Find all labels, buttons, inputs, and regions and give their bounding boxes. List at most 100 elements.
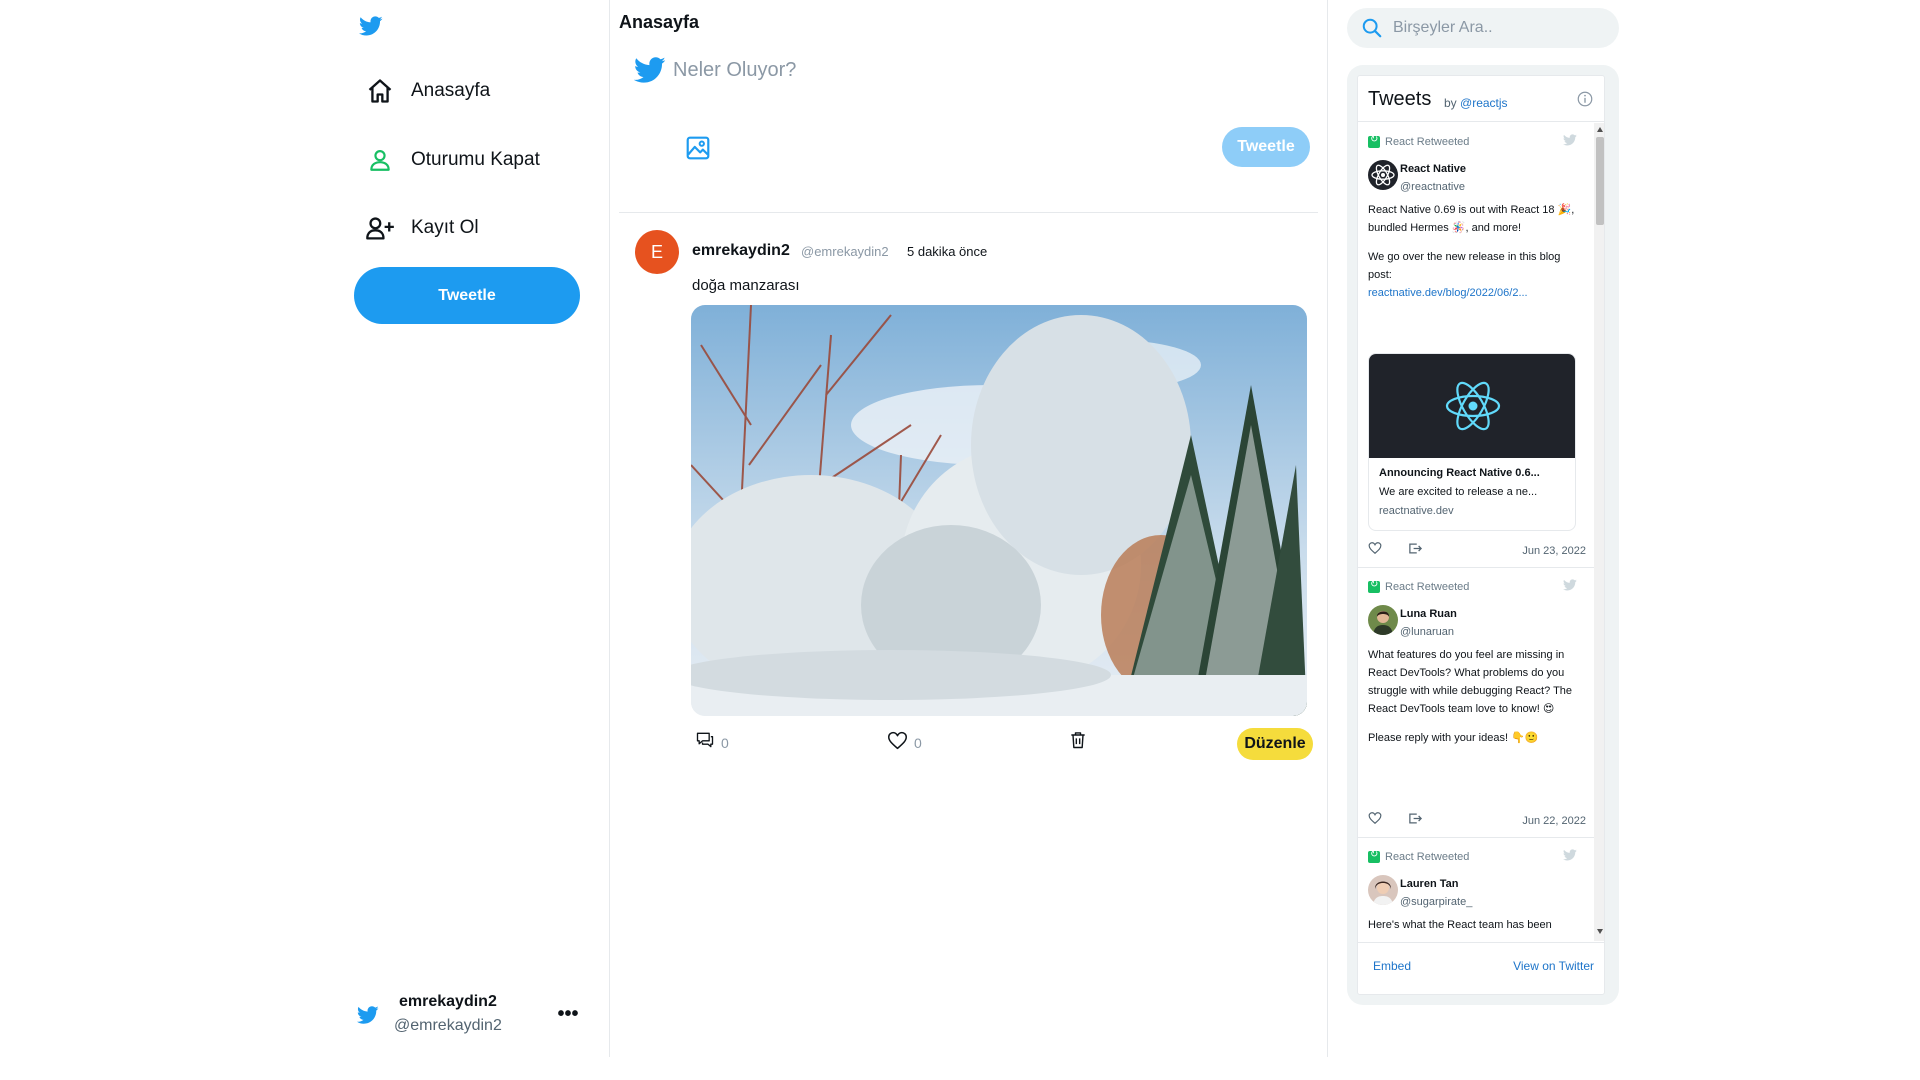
tweet-line: React Native 0.69 is out with React 18 🎉… bbox=[1368, 204, 1575, 234]
sidebar-item-home[interactable]: Anasayfa bbox=[365, 71, 490, 111]
info-icon[interactable] bbox=[1576, 90, 1594, 108]
heart-icon bbox=[887, 730, 908, 756]
tweet-line: What features do you feel are missing in… bbox=[1368, 649, 1573, 715]
account-switcher[interactable]: emrekaydin2 @emrekaydin2 ••• bbox=[356, 990, 589, 1040]
retweet-indicator: React Retweeted bbox=[1368, 134, 1470, 148]
scrollbar-thumb[interactable] bbox=[1596, 137, 1604, 225]
main-timeline: Anasayfa Tweetle E emrekaydin2 @emrekayd… bbox=[610, 0, 1327, 1057]
avatar[interactable] bbox=[1368, 160, 1398, 190]
user-plus-icon bbox=[365, 213, 395, 243]
avatar[interactable] bbox=[1368, 875, 1398, 905]
share-icon[interactable] bbox=[1408, 811, 1423, 831]
heart-icon[interactable] bbox=[1368, 541, 1382, 560]
heart-icon[interactable] bbox=[1368, 811, 1382, 830]
retweet-indicator: React Retweeted bbox=[1368, 849, 1470, 863]
tweet-author-name[interactable]: React Native bbox=[1400, 163, 1466, 175]
view-on-twitter-link[interactable]: View on Twitter bbox=[1513, 959, 1594, 973]
page-title: Anasayfa bbox=[619, 12, 700, 32]
retweet-icon bbox=[1368, 579, 1380, 593]
like-count: 0 bbox=[914, 735, 922, 751]
retweet-label: React Retweeted bbox=[1385, 851, 1470, 863]
twitter-bird-icon bbox=[356, 1004, 379, 1026]
widget-timeline[interactable]: React Retweeted React Native @reactnativ… bbox=[1358, 123, 1604, 941]
tweet-spacer bbox=[1368, 718, 1586, 729]
tweet-date[interactable]: Jun 22, 2022 bbox=[1522, 815, 1586, 827]
card-description: We are excited to release a ne... bbox=[1379, 486, 1538, 498]
tweets-widget: Tweets by @reactjs React Retweeted React… bbox=[1357, 75, 1605, 995]
delete-button[interactable] bbox=[1068, 730, 1088, 755]
twitter-bird-icon bbox=[633, 54, 666, 86]
widget-by-handle[interactable]: @reactjs bbox=[1460, 96, 1508, 110]
column-divider bbox=[1327, 0, 1328, 1057]
widget-by-text: by bbox=[1444, 96, 1457, 110]
card-domain: reactnative.dev bbox=[1379, 505, 1454, 517]
sidebar-item-logout[interactable]: Oturumu Kapat bbox=[365, 140, 540, 180]
retweet-indicator: React Retweeted bbox=[1368, 579, 1470, 593]
widget-title: Tweets bbox=[1368, 88, 1432, 110]
react-logo-icon bbox=[1369, 354, 1575, 458]
comment-icon bbox=[695, 730, 715, 755]
widget-tweet[interactable]: React Retweeted Luna Ruan @lunaruan What… bbox=[1358, 568, 1594, 838]
compose-submit-button[interactable]: Tweetle bbox=[1222, 127, 1310, 167]
widget-footer: Embed View on Twitter bbox=[1358, 942, 1604, 994]
share-icon[interactable] bbox=[1408, 541, 1423, 561]
sidebar-item-label: Anasayfa bbox=[411, 80, 491, 101]
tweet-author-name[interactable]: Lauren Tan bbox=[1400, 878, 1458, 890]
retweet-icon bbox=[1368, 849, 1380, 863]
twitter-bird-icon[interactable] bbox=[358, 14, 383, 38]
avatar[interactable] bbox=[1368, 605, 1398, 635]
tweet-author-name[interactable]: Luna Ruan bbox=[1400, 608, 1457, 620]
post-card: E emrekaydin2 @emrekaydin2 5 dakika önce… bbox=[610, 213, 1327, 760]
tweet-date[interactable]: Jun 23, 2022 bbox=[1522, 545, 1586, 557]
widget-scrollbar[interactable] bbox=[1594, 123, 1604, 941]
like-button[interactable]: 0 bbox=[887, 730, 922, 756]
search-bar bbox=[1347, 8, 1619, 48]
tweet-author-handle: @reactnative bbox=[1400, 181, 1465, 193]
account-handle: @emrekaydin2 bbox=[394, 1017, 502, 1034]
tweet-spacer bbox=[1368, 237, 1586, 248]
tweet-author-handle: @sugarpirate_ bbox=[1400, 896, 1473, 908]
retweet-label: React Retweeted bbox=[1385, 136, 1470, 148]
comment-count: 0 bbox=[721, 734, 729, 751]
user-icon bbox=[365, 145, 395, 175]
embed-link[interactable]: Embed bbox=[1373, 959, 1411, 973]
trash-icon bbox=[1068, 730, 1088, 755]
avatar[interactable]: E bbox=[635, 230, 679, 274]
post-author-handle: @emrekaydin2 bbox=[801, 244, 889, 259]
search-input[interactable] bbox=[1393, 8, 1609, 48]
tweet-body: What features do you feel are missing in… bbox=[1368, 646, 1586, 747]
twitter-bird-icon[interactable] bbox=[1562, 578, 1579, 594]
scroll-down-arrow-icon[interactable] bbox=[1597, 929, 1603, 934]
post-timestamp: 5 dakika önce bbox=[907, 244, 988, 259]
account-name: emrekaydin2 bbox=[399, 993, 497, 1010]
widget-tweet[interactable]: React Retweeted Lauren Tan @sugarpirate_… bbox=[1358, 838, 1594, 941]
compose-input[interactable] bbox=[673, 50, 1233, 90]
widget-header: Tweets by @reactjs bbox=[1358, 76, 1604, 122]
post-text: doğa manzarası bbox=[692, 277, 800, 294]
left-sidebar: Anasayfa Oturumu Kapat Kayıt Ol Tweetle … bbox=[351, 0, 609, 1057]
more-options-icon[interactable]: ••• bbox=[553, 1002, 583, 1026]
twitter-bird-icon[interactable] bbox=[1562, 848, 1579, 864]
sidebar-item-label: Kayıt Ol bbox=[411, 217, 479, 238]
link-card[interactable]: Announcing React Native 0.6... We are ex… bbox=[1368, 353, 1576, 531]
tweet-link[interactable]: reactnative.dev/blog/2022/06/2... bbox=[1368, 284, 1586, 302]
comment-button[interactable]: 0 bbox=[695, 730, 729, 755]
image-icon[interactable] bbox=[685, 135, 711, 161]
tweet-line: Here's what the React team has been bbox=[1368, 919, 1552, 931]
home-icon bbox=[365, 76, 395, 106]
widget-tweet[interactable]: React Retweeted React Native @reactnativ… bbox=[1358, 123, 1594, 568]
edit-button[interactable]: Düzenle bbox=[1237, 728, 1313, 760]
tweet-actions: Jun 22, 2022 bbox=[1368, 811, 1586, 831]
tweet-body: React Native 0.69 is out with React 18 🎉… bbox=[1368, 201, 1586, 302]
tweet-button[interactable]: Tweetle bbox=[354, 267, 580, 324]
sidebar-item-register[interactable]: Kayıt Ol bbox=[365, 208, 479, 248]
scroll-up-arrow-icon[interactable] bbox=[1597, 127, 1603, 132]
post-image[interactable] bbox=[691, 305, 1307, 716]
retweet-label: React Retweeted bbox=[1385, 581, 1470, 593]
post-author-name[interactable]: emrekaydin2 bbox=[692, 242, 790, 260]
twitter-bird-icon[interactable] bbox=[1562, 133, 1579, 149]
sidebar-item-label: Oturumu Kapat bbox=[411, 149, 540, 170]
tweet-actions: Jun 23, 2022 bbox=[1368, 541, 1586, 561]
tweet-line: We go over the new release in this blog … bbox=[1368, 251, 1561, 281]
search-icon bbox=[1361, 17, 1383, 39]
